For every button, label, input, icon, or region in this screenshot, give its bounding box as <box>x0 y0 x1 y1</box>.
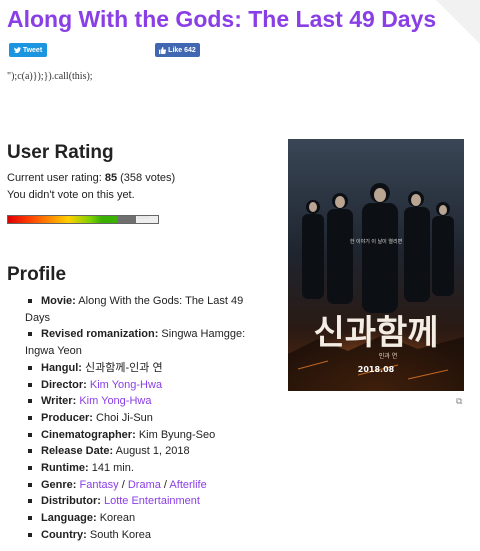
bullet <box>28 432 32 437</box>
genre-link-drama[interactable]: Drama <box>128 479 161 491</box>
vote-status: You didn't vote on this yet. <box>7 189 135 201</box>
bullet <box>28 399 32 404</box>
bullet <box>28 532 32 537</box>
profile-label: Hangul: <box>41 361 82 374</box>
tweet-button-label: Tweet <box>22 46 43 54</box>
genre-separator: / <box>118 478 128 491</box>
page-title: Along With the Gods: The Last 49 Days <box>7 6 437 32</box>
profile-label: Country: <box>41 528 87 541</box>
tweet-button[interactable]: Tweet <box>9 43 47 57</box>
poster-title-art: 신과함께 <box>313 313 438 353</box>
profile-value: Korean <box>99 512 136 525</box>
user-rating-heading: User Rating <box>7 142 114 163</box>
bullet <box>28 516 32 521</box>
expand-image-icon[interactable]: ⧉ <box>456 396 462 407</box>
bullet <box>28 382 32 387</box>
page-corner-fold <box>436 0 480 44</box>
twitter-bird-icon <box>13 47 21 53</box>
script-text-leak: ");c(a)});}).call(this); <box>7 71 93 82</box>
profile-label: Writer: <box>41 395 77 408</box>
poster-subtitle-art: 인과 연 <box>379 352 397 360</box>
bullet <box>28 365 32 370</box>
writer-link[interactable]: Kim Yong-Hwa <box>79 395 151 407</box>
profile-item-country: Country: South Korea <box>25 527 257 544</box>
profile-label: Revised romanization: <box>41 328 159 341</box>
rating-bar-fill <box>8 216 118 223</box>
profile-item-movie: Movie: Along With the Gods: The Last 49 … <box>25 293 257 326</box>
profile-item-hangul: Hangul: 신과함께-인과 연 <box>25 360 257 377</box>
bullet <box>28 415 32 420</box>
profile-label: Language: <box>41 512 97 525</box>
bullet <box>28 449 32 454</box>
profile-item-director: Director: Kim Yong-Hwa <box>25 377 257 394</box>
movie-poster[interactable]: 한 이야기 이 날이 열리면 신과함께 인과 연 2018.08 <box>288 139 464 391</box>
director-link[interactable]: Kim Yong-Hwa <box>90 379 162 391</box>
profile-item-language: Language: Korean <box>25 510 257 527</box>
movie-poster-art: 한 이야기 이 날이 열리면 신과함께 인과 연 2018.08 <box>288 139 464 391</box>
facebook-like-label: Like 642 <box>168 46 196 54</box>
profile-item-release-date: Release Date: August 1, 2018 <box>25 443 257 460</box>
profile-list: Movie: Along With the Gods: The Last 49 … <box>25 293 257 544</box>
bullet <box>28 482 32 487</box>
profile-label: Movie: <box>41 295 76 307</box>
profile-label: Distributor: <box>41 495 101 508</box>
profile-heading: Profile <box>7 264 67 285</box>
thumbs-up-icon <box>159 46 167 54</box>
profile-label: Genre: <box>41 478 77 491</box>
current-rating-line: Current user rating: 85 (358 votes) <box>7 172 175 184</box>
poster-date: 2018.08 <box>358 365 395 374</box>
rating-bar-percent: 85% <box>136 215 149 221</box>
bullet <box>28 466 32 471</box>
profile-value: Choi Ji-Sun <box>96 411 153 424</box>
profile-value: 141 min. <box>91 462 134 475</box>
profile-item-runtime: Runtime: 141 min. <box>25 460 257 477</box>
bullet <box>28 499 32 504</box>
rating-bar[interactable]: 85% <box>7 215 159 224</box>
profile-item-genre: Genre: Fantasy / Drama / Afterlife <box>25 477 257 494</box>
distributor-link[interactable]: Lotte Entertainment <box>104 495 200 507</box>
profile-value: Kim Byung-Seo <box>138 428 216 441</box>
profile-item-producer: Producer: Choi Ji-Sun <box>25 410 257 427</box>
profile-item-writer: Writer: Kim Yong-Hwa <box>25 393 257 410</box>
profile-item-romanization: Revised romanization: Singwa Hamgge: Ing… <box>25 326 257 359</box>
profile-label: Release Date: <box>41 445 114 458</box>
profile-label: Producer: <box>41 411 93 424</box>
current-rating-prefix: Current user rating: <box>7 172 105 184</box>
profile-value: 신과함께-인과 연 <box>85 361 163 374</box>
rating-votes: (358 votes) <box>117 172 176 184</box>
genre-link-afterlife[interactable]: Afterlife <box>169 479 206 491</box>
bullet <box>28 299 32 303</box>
genre-link-fantasy[interactable]: Fantasy <box>80 479 119 491</box>
profile-value: August 1, 2018 <box>115 445 190 458</box>
rating-score: 85 <box>104 172 118 184</box>
profile-label: Runtime: <box>41 462 89 475</box>
rating-bar-remainder <box>118 216 136 223</box>
bullet <box>28 332 32 337</box>
profile-item-distributor: Distributor: Lotte Entertainment <box>25 493 257 510</box>
profile-label: Cinematographer: <box>41 428 136 441</box>
profile-label: Director: <box>41 378 87 391</box>
profile-item-cinematographer: Cinematographer: Kim Byung-Seo <box>25 427 257 444</box>
facebook-like-button[interactable]: Like 642 <box>155 43 200 57</box>
poster-tagline: 한 이야기 이 날이 열리면 <box>350 238 403 245</box>
profile-value: South Korea <box>89 528 152 541</box>
